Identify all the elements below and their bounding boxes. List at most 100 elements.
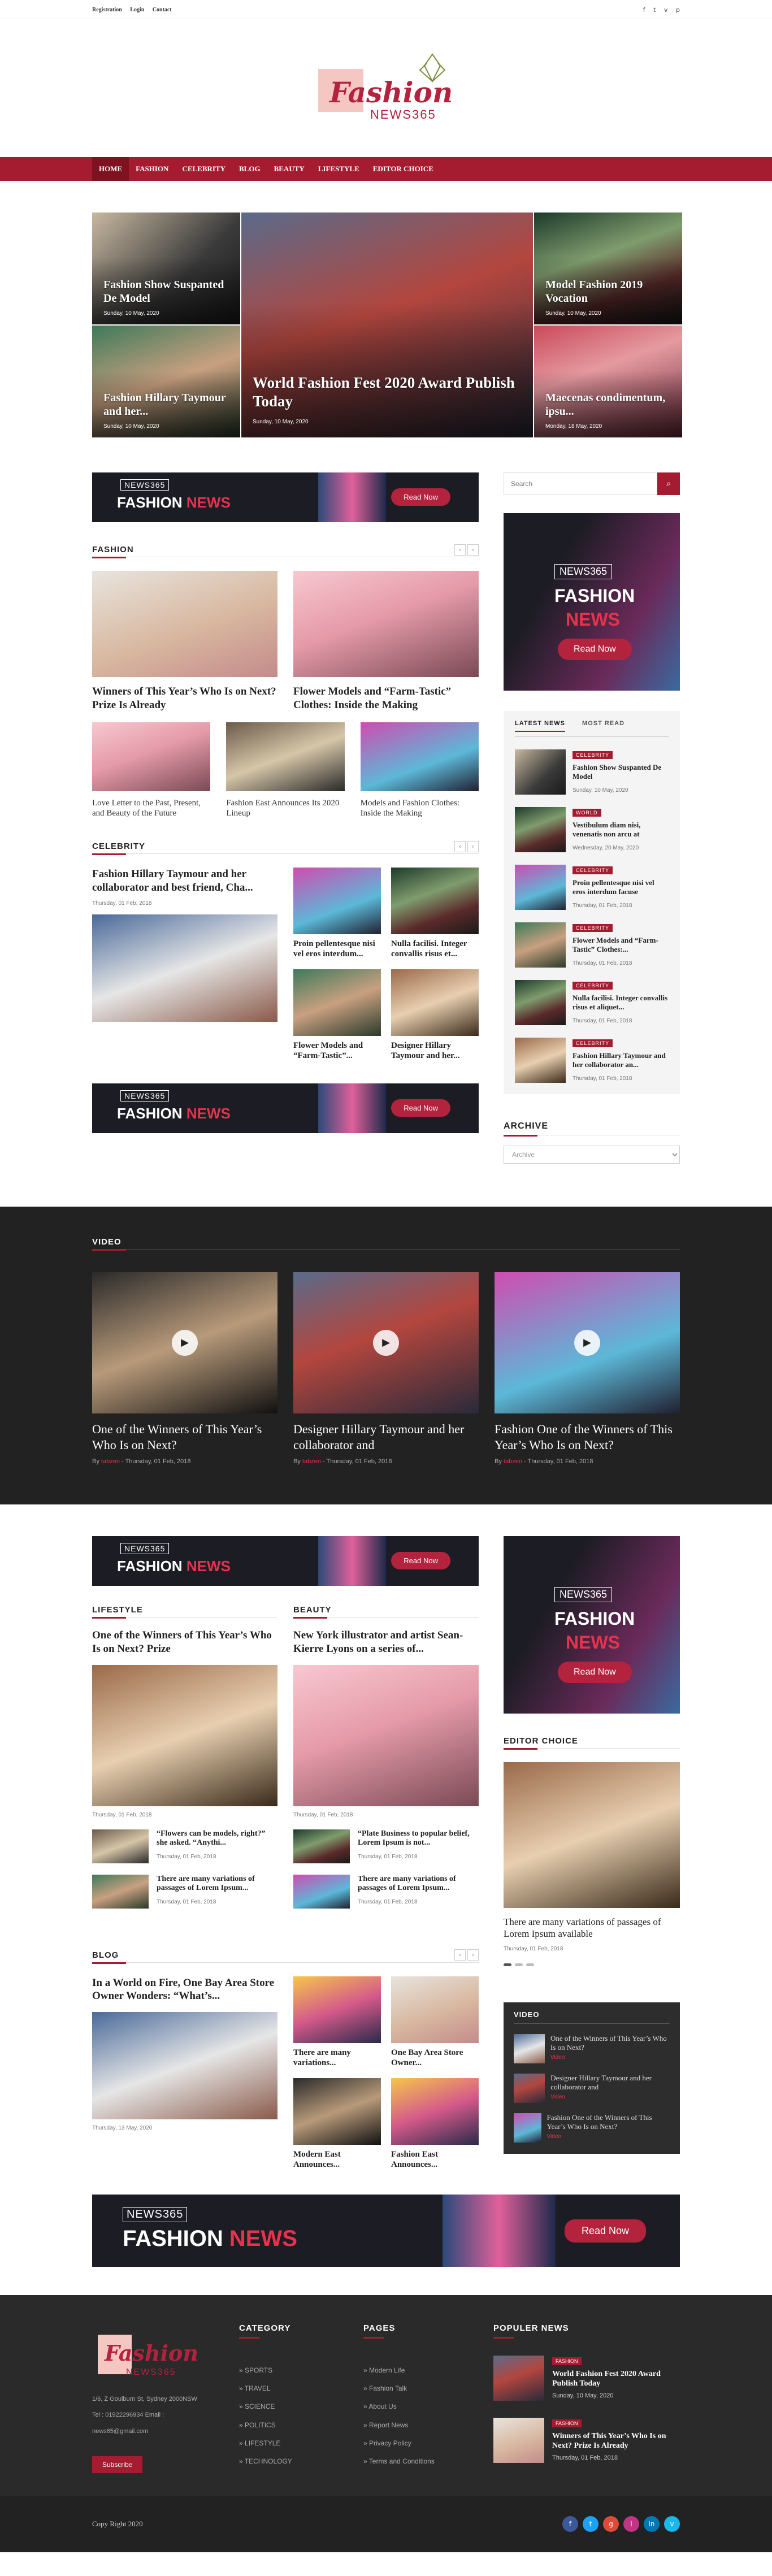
read-now-button[interactable]: Read Now bbox=[558, 1662, 632, 1683]
article-image[interactable] bbox=[293, 868, 381, 934]
item-title[interactable]: Nulla facilisi. Integer convallis risus … bbox=[573, 994, 669, 1012]
hero-item[interactable]: Fashion Show Suspanted De Model Sunday, … bbox=[92, 213, 240, 324]
facebook-icon[interactable]: f bbox=[643, 6, 645, 14]
article-image[interactable] bbox=[92, 722, 211, 791]
article-card[interactable]: There are many variations... bbox=[293, 1976, 381, 2068]
author-link[interactable]: tabzen bbox=[101, 1458, 120, 1465]
nav-home[interactable]: HOME bbox=[92, 157, 129, 181]
thumb-image[interactable] bbox=[515, 749, 566, 795]
video-card[interactable]: ▶ Designer Hillary Taymour and her colla… bbox=[293, 1272, 479, 1465]
thumb-image[interactable] bbox=[515, 865, 566, 910]
login-link[interactable]: Login bbox=[130, 7, 144, 13]
category-badge[interactable]: FASHION bbox=[552, 2419, 582, 2427]
thumb-image[interactable] bbox=[515, 922, 566, 968]
list-item[interactable]: There are many variations of passages of… bbox=[293, 1874, 479, 1909]
category-badge[interactable]: WORLD bbox=[573, 809, 601, 817]
article-image[interactable] bbox=[391, 969, 479, 1036]
article-card[interactable]: Proin pellentesque nisi vel eros interdu… bbox=[293, 868, 381, 959]
article-image[interactable] bbox=[92, 2012, 277, 2119]
search-icon[interactable]: ⌕ bbox=[657, 472, 680, 495]
email[interactable]: news65@gmail.com bbox=[92, 2423, 228, 2440]
article-card[interactable]: Love Letter to the Past, Present, and Be… bbox=[92, 722, 211, 819]
category-badge[interactable]: FASHION bbox=[552, 2357, 582, 2365]
article-title[interactable]: Fashion East Announces Its 2020 Lineup bbox=[226, 798, 344, 819]
play-icon[interactable]: ▶ bbox=[574, 1330, 600, 1356]
footer-link[interactable]: » Report News bbox=[363, 2416, 482, 2434]
article-title[interactable]: Winners of This Year’s Who Is on Next? P… bbox=[92, 685, 277, 712]
article-title[interactable]: One of the Winners of This Year’s Who Is… bbox=[92, 1629, 277, 1656]
footer-link[interactable]: » LIFESTYLE bbox=[239, 2434, 352, 2452]
article-card[interactable]: One Bay Area Store Owner... bbox=[391, 1976, 479, 2068]
article-card[interactable]: Winners of This Year’s Who Is on Next? P… bbox=[92, 571, 277, 712]
article-card[interactable]: Flower Models and “Farm-Tastic” Clothes:… bbox=[293, 571, 479, 712]
article-card[interactable]: Fashion East Announces Its 2020 Lineup bbox=[226, 722, 345, 819]
article-title[interactable]: There are many variations... bbox=[293, 2048, 381, 2068]
hero-item[interactable]: Maecenas condimentum, ipsu... Monday, 18… bbox=[534, 326, 682, 437]
article-title[interactable]: Proin pellentesque nisi vel eros interdu… bbox=[293, 939, 381, 959]
contact-link[interactable]: Contact bbox=[153, 7, 172, 13]
nav-fashion[interactable]: FASHION bbox=[129, 157, 175, 181]
facebook-icon[interactable]: f bbox=[562, 2516, 578, 2532]
search-input[interactable] bbox=[504, 472, 657, 495]
hero-title[interactable]: Maecenas condimentum, ipsu... bbox=[545, 391, 671, 418]
video-title[interactable]: Designer Hillary Taymour and her collabo… bbox=[293, 1421, 479, 1452]
thumb-image[interactable] bbox=[514, 2073, 545, 2103]
tab-most-read[interactable]: MOST READ bbox=[582, 720, 624, 732]
nav-editor-choice[interactable]: EDITOR CHOICE bbox=[366, 157, 440, 181]
article-title[interactable]: Love Letter to the Past, Present, and Be… bbox=[92, 798, 210, 819]
vimeo-icon[interactable]: v bbox=[664, 6, 668, 14]
hero-title[interactable]: Fashion Hillary Taymour and her... bbox=[103, 391, 229, 418]
article-title[interactable]: One Bay Area Store Owner... bbox=[391, 2048, 479, 2068]
article-image[interactable] bbox=[391, 2078, 479, 2145]
item-title[interactable]: Designer Hillary Taymour and her collabo… bbox=[550, 2074, 670, 2103]
footer-link[interactable]: » TECHNOLOGY bbox=[239, 2452, 352, 2470]
hero-title[interactable]: Model Fashion 2019 Vocation bbox=[545, 278, 671, 305]
footer-link[interactable]: » Fashion Talk bbox=[363, 2379, 482, 2397]
article-image[interactable] bbox=[391, 1976, 479, 2043]
play-icon[interactable]: ▶ bbox=[172, 1330, 198, 1356]
list-item[interactable]: “Flowers can be models, right?” she aske… bbox=[92, 1829, 277, 1863]
ad-banner[interactable]: NEWS365 FASHION NEWS Read Now bbox=[92, 472, 479, 522]
footer-link[interactable]: » SCIENCE bbox=[239, 2397, 352, 2415]
footer-link[interactable]: » POLITICS bbox=[239, 2416, 352, 2434]
item-title[interactable]: One of the Winners of This Year’s Who Is… bbox=[550, 2034, 670, 2063]
twitter-icon[interactable]: t bbox=[653, 6, 656, 14]
article-title[interactable]: Fashion Hillary Taymour and her collabor… bbox=[92, 868, 277, 895]
item-title[interactable]: Winners of This Year’s Who Is on Next? P… bbox=[552, 2431, 680, 2451]
hero-item[interactable]: Fashion Hillary Taymour and her... Sunda… bbox=[92, 326, 240, 437]
slider-dot[interactable] bbox=[504, 1963, 511, 1966]
article-title[interactable]: There are many variations of passages of… bbox=[504, 1916, 680, 1940]
footer-link[interactable]: » Terms and Conditions bbox=[363, 2452, 482, 2470]
slider-dot[interactable] bbox=[515, 1963, 523, 1966]
footer-link[interactable]: » Modern Life bbox=[363, 2361, 482, 2379]
article-card[interactable]: Nulla facilisi. Integer convallis risus … bbox=[391, 868, 479, 959]
vimeo-icon[interactable]: v bbox=[664, 2516, 680, 2532]
thumb-image[interactable] bbox=[92, 1829, 149, 1863]
article-card[interactable]: Fashion East Announces... bbox=[391, 2078, 479, 2170]
list-item[interactable]: FASHION World Fashion Fest 2020 Award Pub… bbox=[493, 2355, 680, 2401]
category-badge[interactable]: CELEBRITY bbox=[573, 982, 613, 990]
google-icon[interactable]: g bbox=[603, 2516, 619, 2532]
hero-title[interactable]: Fashion Show Suspanted De Model bbox=[103, 278, 229, 305]
footer-link[interactable]: » About Us bbox=[363, 2397, 482, 2415]
read-now-button[interactable]: Read Now bbox=[391, 1099, 450, 1117]
category-badge[interactable]: CELEBRITY bbox=[573, 866, 613, 874]
list-item[interactable]: CELEBRITY Proin pellentesque nisi vel ero… bbox=[515, 865, 669, 910]
article-title[interactable]: New York illustrator and artist Sean-Kie… bbox=[293, 1629, 479, 1656]
article-image[interactable] bbox=[293, 571, 479, 677]
pinterest-icon[interactable]: p bbox=[676, 6, 680, 14]
article-card[interactable]: Designer Hillary Taymour and her... bbox=[391, 969, 479, 1061]
article-image[interactable] bbox=[293, 2078, 381, 2145]
footer-link[interactable]: » TRAVEL bbox=[239, 2379, 352, 2397]
thumb-image[interactable] bbox=[515, 1038, 566, 1083]
list-item[interactable]: There are many variations of passages of… bbox=[92, 1874, 277, 1909]
video-thumbnail[interactable]: ▶ bbox=[293, 1272, 479, 1413]
nav-blog[interactable]: BLOG bbox=[232, 157, 267, 181]
item-title[interactable]: There are many variations of passages of… bbox=[157, 1875, 277, 1894]
read-now-button[interactable]: Read Now bbox=[391, 1552, 450, 1569]
article-card[interactable]: Modern East Announces... bbox=[293, 2078, 381, 2170]
item-title[interactable]: “Flowers can be models, right?” she aske… bbox=[157, 1829, 277, 1849]
sidebar-ad[interactable]: NEWS365 FASHION NEWS Read Now bbox=[504, 1536, 680, 1714]
hero-title[interactable]: World Fashion Fest 2020 Award Publish To… bbox=[253, 374, 522, 410]
item-title[interactable]: There are many variations of passages of… bbox=[358, 1875, 479, 1894]
